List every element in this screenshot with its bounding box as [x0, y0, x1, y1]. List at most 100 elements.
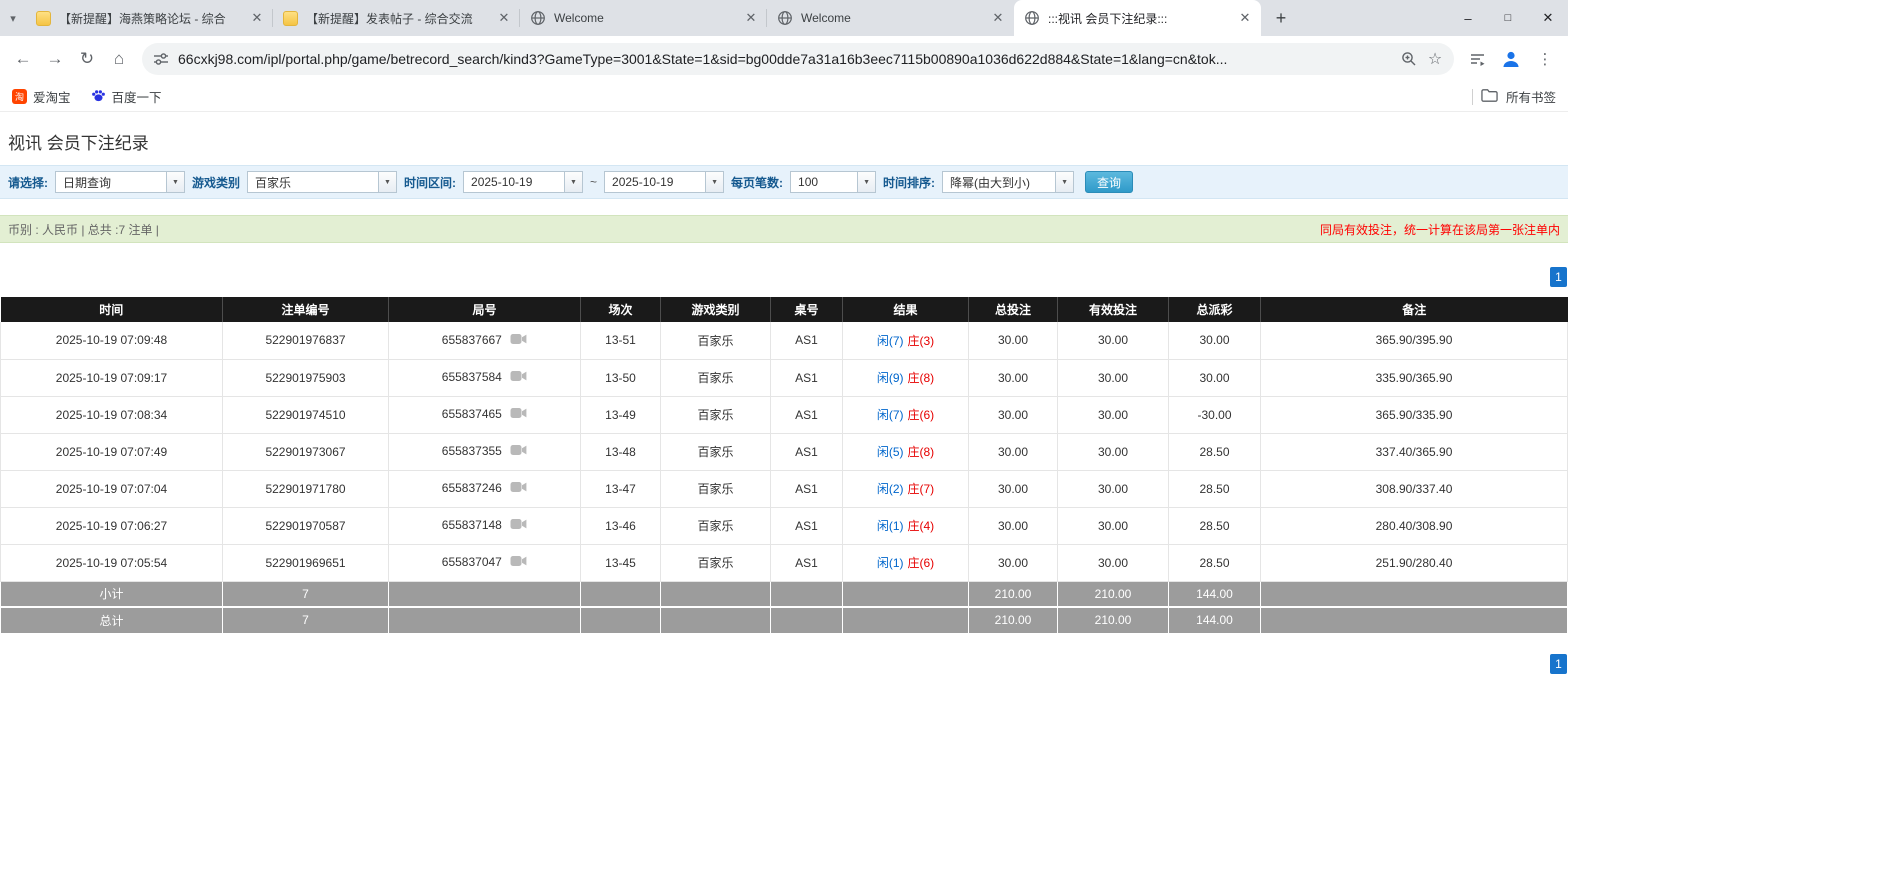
tab-forum-1[interactable]: 【新提醒】海燕策略论坛 - 综合 ✕: [26, 0, 273, 36]
browser-toolbar: ← → ↻ ⌂ 66cxkj98.com/ipl/portal.php/game…: [0, 36, 1568, 82]
chevron-down-icon[interactable]: ▼: [564, 172, 582, 192]
bet-table-body: 2025-10-19 07:09:48 522901976837 6558376…: [1, 322, 1568, 581]
chevron-down-icon[interactable]: ▼: [857, 172, 875, 192]
video-replay-icon[interactable]: [510, 555, 527, 570]
game-type-value: 百家乐: [248, 174, 378, 191]
game-type-select[interactable]: 百家乐 ▼: [247, 171, 397, 193]
chevron-down-icon[interactable]: ▼: [378, 172, 396, 192]
col-table-no: 桌号: [771, 297, 843, 322]
zoom-icon[interactable]: [1400, 50, 1418, 68]
date-to-picker[interactable]: 2025-10-19 ▼: [604, 171, 724, 193]
tab-close-icon[interactable]: ✕: [743, 10, 759, 26]
address-bar[interactable]: 66cxkj98.com/ipl/portal.php/game/betreco…: [142, 43, 1454, 75]
tab-close-icon[interactable]: ✕: [249, 10, 265, 26]
tab-title: 【新提醒】发表帖子 - 综合交流: [306, 10, 488, 27]
video-replay-icon[interactable]: [510, 333, 527, 348]
cell-total-bet[interactable]: 30.00: [969, 544, 1058, 581]
tab-bet-record[interactable]: :::视讯 会员下注纪录::: ✕: [1014, 0, 1261, 36]
home-button[interactable]: ⌂: [104, 44, 134, 74]
video-replay-icon[interactable]: [510, 370, 527, 385]
cell-result: 闲(1)庄(4): [843, 507, 969, 544]
tab-welcome-1[interactable]: Welcome ✕: [520, 0, 767, 36]
video-replay-icon[interactable]: [510, 518, 527, 533]
round-number: 655837465: [442, 407, 502, 421]
media-playlist-icon[interactable]: [1462, 44, 1492, 74]
maximize-button[interactable]: □: [1488, 0, 1528, 36]
cell-time: 2025-10-19 07:05:54: [1, 544, 223, 581]
cell-table-no: AS1: [771, 507, 843, 544]
cell-table-no: AS1: [771, 396, 843, 433]
round-number: 655837148: [442, 518, 502, 532]
cell-round: 655837465: [389, 396, 581, 433]
total-count: 7: [223, 607, 389, 633]
cell-note: 335.90/365.90: [1261, 359, 1568, 396]
forward-button[interactable]: →: [40, 44, 70, 74]
tab-search-chevron-icon[interactable]: ▾: [0, 0, 26, 36]
cell-time: 2025-10-19 07:08:34: [1, 396, 223, 433]
col-time: 时间: [1, 297, 223, 322]
minimize-button[interactable]: –: [1448, 0, 1488, 36]
table-header: 时间 注单编号 局号 场次 游戏类别 桌号 结果 总投注 有效投注 总派彩 备注: [1, 297, 1568, 322]
video-replay-icon[interactable]: [510, 444, 527, 459]
cell-total-bet[interactable]: 30.00: [969, 396, 1058, 433]
date-to-value: 2025-10-19: [605, 175, 705, 189]
page-size-select[interactable]: 100 ▼: [790, 171, 876, 193]
query-type-select[interactable]: 日期查询 ▼: [55, 171, 185, 193]
cell-total-bet[interactable]: 30.00: [969, 359, 1058, 396]
cell-total-bet[interactable]: 30.00: [969, 470, 1058, 507]
cell-round: 655837667: [389, 322, 581, 359]
cell-total-bet[interactable]: 30.00: [969, 322, 1058, 359]
cell-valid-bet: 30.00: [1058, 433, 1169, 470]
menu-dots-icon[interactable]: ⋮: [1530, 44, 1560, 74]
table-row: 2025-10-19 07:07:49 522901973067 6558373…: [1, 433, 1568, 470]
col-result: 结果: [843, 297, 969, 322]
chevron-down-icon[interactable]: ▼: [166, 172, 184, 192]
page-1-button[interactable]: 1: [1550, 267, 1567, 287]
chevron-down-icon[interactable]: ▼: [705, 172, 723, 192]
date-from-picker[interactable]: 2025-10-19 ▼: [463, 171, 583, 193]
query-button[interactable]: 查询: [1085, 171, 1133, 193]
close-button[interactable]: ✕: [1528, 0, 1568, 36]
chevron-down-icon[interactable]: ▼: [1055, 172, 1073, 192]
url-text[interactable]: 66cxkj98.com/ipl/portal.php/game/betreco…: [178, 51, 1392, 67]
tab-close-icon[interactable]: ✕: [990, 10, 1006, 26]
range-separator: ~: [590, 175, 597, 189]
cell-empty: [389, 607, 581, 633]
cell-note: 251.90/280.40: [1261, 544, 1568, 581]
tab-forum-2[interactable]: 【新提醒】发表帖子 - 综合交流 ✕: [273, 0, 520, 36]
tab-title: Welcome: [554, 11, 735, 25]
query-type-value: 日期查询: [56, 174, 166, 191]
subtotal-valid-bet: 210.00: [1058, 581, 1169, 607]
tab-close-icon[interactable]: ✕: [1237, 10, 1253, 26]
total-payout: 144.00: [1169, 607, 1261, 633]
cell-valid-bet: 30.00: [1058, 322, 1169, 359]
cell-total-bet[interactable]: 30.00: [969, 433, 1058, 470]
sort-select[interactable]: 降幂(由大到小) ▼: [942, 171, 1074, 193]
cell-round: 655837246: [389, 470, 581, 507]
page-1-button[interactable]: 1: [1550, 654, 1567, 674]
round-number: 655837584: [442, 370, 502, 384]
table-row: 2025-10-19 07:09:17 522901975903 6558375…: [1, 359, 1568, 396]
bookmark-baidu[interactable]: 百度一下: [91, 87, 162, 106]
bookmark-aitaobao[interactable]: 淘 爱淘宝: [12, 87, 71, 106]
cell-table-no: AS1: [771, 544, 843, 581]
all-bookmarks-label[interactable]: 所有书签: [1506, 87, 1556, 106]
cell-payout: 28.50: [1169, 470, 1261, 507]
new-tab-button[interactable]: +: [1267, 4, 1295, 32]
tab-close-icon[interactable]: ✕: [496, 10, 512, 26]
site-settings-tune-icon[interactable]: [152, 50, 170, 68]
tab-welcome-2[interactable]: Welcome ✕: [767, 0, 1014, 36]
back-button[interactable]: ←: [8, 44, 38, 74]
cell-payout: 30.00: [1169, 322, 1261, 359]
reload-button[interactable]: ↻: [72, 44, 102, 74]
cell-total-bet[interactable]: 30.00: [969, 507, 1058, 544]
date-from-value: 2025-10-19: [464, 175, 564, 189]
round-number: 655837355: [442, 444, 502, 458]
profile-avatar-icon[interactable]: [1496, 44, 1526, 74]
globe-favicon-icon: [777, 10, 793, 26]
bookmark-star-icon[interactable]: ☆: [1426, 50, 1444, 68]
baidu-paw-icon: [91, 88, 106, 106]
video-replay-icon[interactable]: [510, 407, 527, 422]
result-banker: 庄(8): [908, 371, 935, 385]
video-replay-icon[interactable]: [510, 481, 527, 496]
